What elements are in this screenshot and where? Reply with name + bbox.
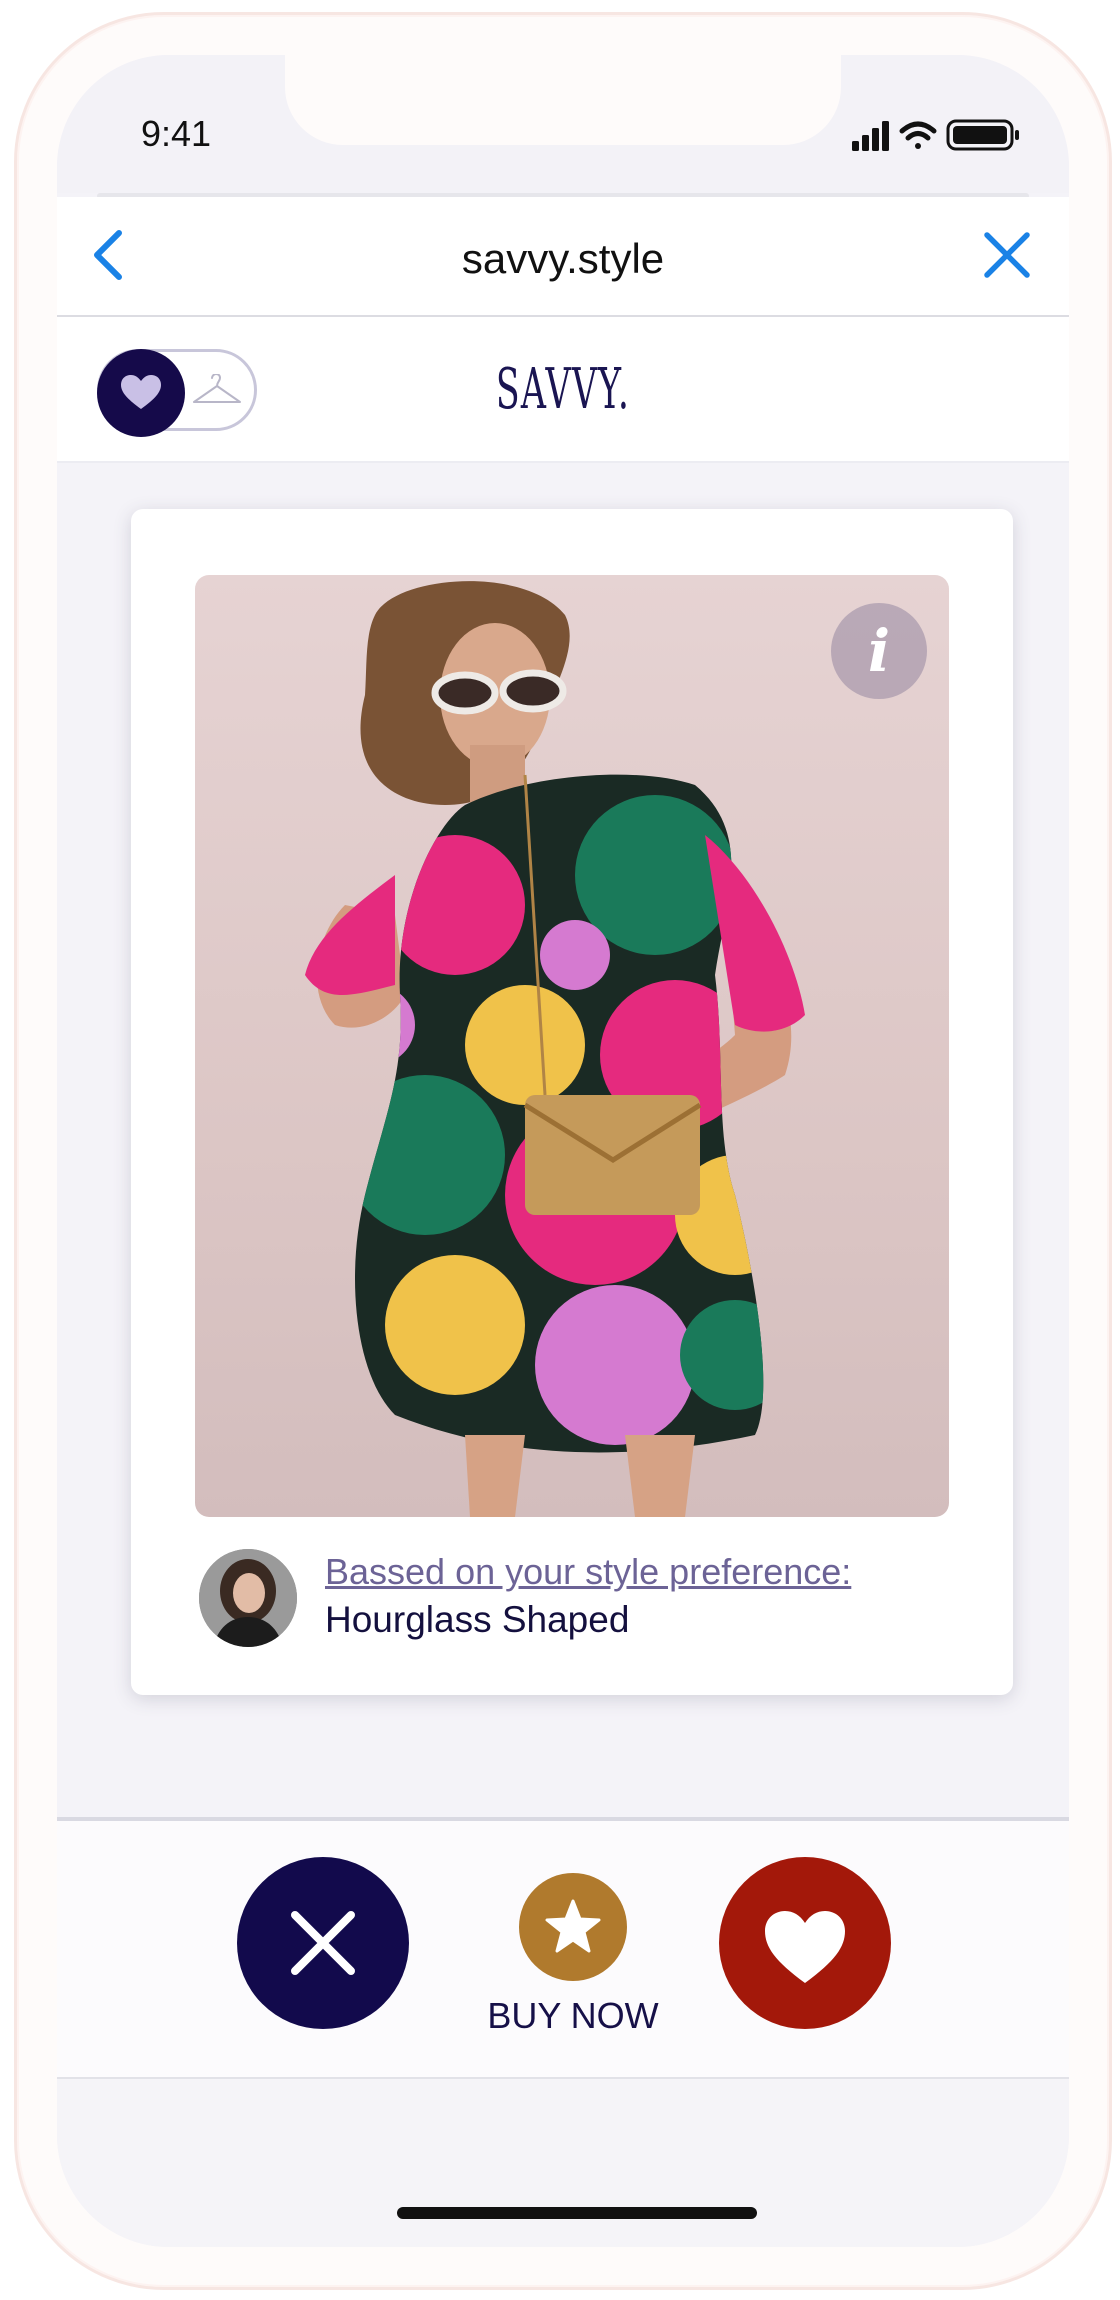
signal-icon bbox=[852, 121, 889, 151]
savvy-logo: SAVVY. bbox=[495, 357, 631, 422]
heart-icon bbox=[121, 375, 161, 409]
phone-screen: 9:41 savvy.style SAVVY. i Bassed on your… bbox=[57, 55, 1069, 2247]
star-icon bbox=[545, 1899, 601, 1953]
style-preference-value: Hourglass Shaped bbox=[325, 1599, 630, 1640]
product-photo: i bbox=[195, 575, 949, 1517]
like-button[interactable] bbox=[719, 1857, 891, 2029]
style-preference-link[interactable]: Bassed on your style preference: bbox=[325, 1551, 851, 1593]
wifi-icon bbox=[899, 121, 937, 149]
status-icons bbox=[852, 119, 1019, 151]
stylist-avatar bbox=[199, 1549, 297, 1647]
dislike-button[interactable] bbox=[237, 1857, 409, 2029]
app-header: SAVVY. bbox=[57, 317, 1069, 463]
buy-now-button[interactable] bbox=[519, 1873, 627, 1981]
heart-icon bbox=[765, 1911, 845, 1983]
toggle-knob bbox=[97, 349, 185, 437]
battery-icon bbox=[946, 119, 1019, 151]
buy-now-label[interactable]: BUY NOW bbox=[437, 1995, 709, 2037]
stylist-portrait-illustration bbox=[199, 1549, 297, 1647]
home-indicator[interactable] bbox=[397, 2207, 757, 2219]
browser-url: savvy.style bbox=[461, 235, 665, 282]
phone-frame: 9:41 savvy.style SAVVY. i Bassed on your… bbox=[14, 12, 1112, 2290]
info-button[interactable]: i bbox=[831, 603, 927, 699]
close-icon[interactable] bbox=[977, 225, 1037, 285]
mode-toggle[interactable] bbox=[97, 349, 257, 437]
close-icon bbox=[291, 1911, 355, 1975]
home-area bbox=[57, 2079, 1069, 2247]
notch bbox=[285, 55, 841, 145]
status-time: 9:41 bbox=[141, 113, 212, 154]
browser-bar: savvy.style bbox=[57, 197, 1069, 317]
product-card[interactable]: i Bassed on your style preference: Hourg… bbox=[131, 509, 1013, 1695]
hanger-icon bbox=[193, 374, 241, 403]
model-dress-illustration bbox=[305, 581, 805, 1517]
status-bar: 9:41 bbox=[57, 55, 1069, 193]
